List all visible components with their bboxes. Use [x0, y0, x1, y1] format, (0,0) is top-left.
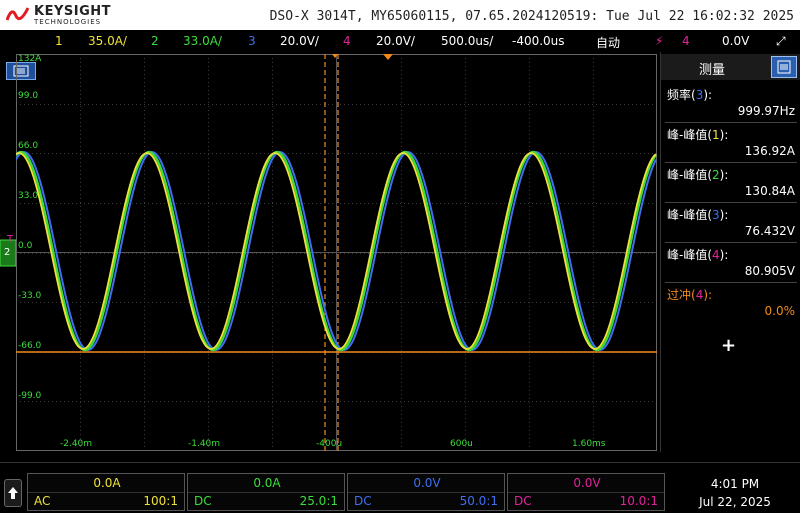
x-tick-label: -1.40m [188, 439, 221, 449]
keysight-logo: KEYSIGHT TECHNOLOGIES [6, 3, 126, 27]
ch4-number[interactable]: 4 [343, 34, 351, 48]
y-tick-label: 66.0 [18, 141, 39, 151]
y-tick-label: 33.0 [18, 191, 39, 201]
measurement-value: 80.905V [744, 264, 795, 278]
brand-subtitle: TECHNOLOGIES [34, 18, 102, 26]
measurement-value: 0.0% [764, 304, 796, 318]
measurement-label[interactable]: 频率(3): [667, 86, 712, 103]
ch1-probe: 100:1 [143, 494, 178, 508]
y-tick-label: -33.0 [18, 291, 42, 301]
ch2-offset: 0.0A [253, 476, 281, 490]
measurement-label[interactable]: 过冲(4): [667, 286, 712, 303]
ch3-settings-box[interactable]: 0.0V DC 50.0:1 [347, 473, 505, 511]
ch4-coupling: DC [514, 494, 532, 508]
ch3-probe: 50.0:1 [459, 494, 498, 508]
add-measurement-button[interactable]: + [721, 335, 736, 356]
title-bar: KEYSIGHT TECHNOLOGIES DSO-X 3014T, MY650… [0, 0, 800, 30]
ch3-number[interactable]: 3 [248, 34, 256, 48]
y-tick-label: -66.0 [18, 341, 42, 351]
trigger-position-icon [383, 54, 393, 60]
measurement-label[interactable]: 峰-峰值(4): [667, 246, 728, 263]
trigger-mode[interactable]: 自动 [596, 34, 620, 51]
bottom-bar: 0.0A AC 100:1 0.0A DC 25.0:1 0.0V DC 50.… [0, 462, 800, 513]
ch2-probe: 25.0:1 [299, 494, 338, 508]
cursor-marker-icon [332, 54, 338, 58]
y-tick-label: 99.0 [18, 91, 39, 101]
panel-header: 测量 [661, 54, 800, 80]
trigger-source[interactable]: 4 [682, 34, 690, 48]
measurement-name: 峰-峰值 [667, 248, 708, 262]
ch3-coupling: DC [354, 494, 372, 508]
panel-menu-icon[interactable] [771, 56, 797, 78]
ch2-coupling: DC [194, 494, 212, 508]
x-tick-label: 600u [450, 439, 473, 449]
measurement-separator [665, 202, 797, 203]
measurement-name: 峰-峰值 [667, 168, 708, 182]
ch2-settings-box[interactable]: 0.0A DC 25.0:1 [187, 473, 345, 511]
brand-name: KEYSIGHT [34, 4, 111, 19]
measurement-name: 峰-峰值 [667, 208, 708, 222]
measurement-value: 999.97Hz [737, 104, 795, 118]
ch4-probe: 10.0:1 [619, 494, 658, 508]
ch4-scale[interactable]: 20.0V/ [376, 34, 415, 48]
measurement-separator [665, 162, 797, 163]
ch2-scale[interactable]: 33.0A/ [183, 34, 222, 48]
ch4-offset: 0.0V [573, 476, 601, 490]
clock-time: 4:01 PM [710, 477, 760, 491]
clock-date: Jul 22, 2025 [699, 495, 771, 509]
measurement-label[interactable]: 峰-峰值(3): [667, 206, 728, 223]
ground-markers: T 2 [0, 54, 17, 454]
y-tick-label: -99.0 [18, 391, 42, 401]
measurement-channel: 4 [712, 248, 720, 262]
ch1-offset: 0.0A [93, 476, 121, 490]
x-tick-label: -2.40m [60, 439, 93, 449]
measurement-channel: 2 [712, 168, 720, 182]
up-arrow-icon [8, 487, 18, 499]
y-tick-label: 0.0 [18, 241, 33, 251]
ch2-number[interactable]: 2 [151, 34, 159, 48]
ch1-coupling: AC [34, 494, 51, 508]
measurement-name: 频率 [667, 88, 692, 102]
measurement-label[interactable]: 峰-峰值(2): [667, 166, 728, 183]
measurement-separator [665, 242, 797, 243]
ch1-number[interactable]: 1 [55, 34, 63, 48]
x-tick-label: 1.60ms [572, 439, 606, 449]
x-tick-label: -400u [316, 439, 343, 449]
measurement-channel: 3 [712, 208, 720, 222]
waveform-canvas[interactable] [16, 54, 657, 451]
measurement-value: 136.92A [744, 144, 795, 158]
trigger-level-marker[interactable]: T [7, 234, 13, 245]
measurement-value: 130.84A [744, 184, 795, 198]
measurement-panel: 测量 频率(3): 999.97Hz 峰-峰值(1): 136.92A 峰-峰值(2):… [660, 52, 800, 452]
channel-ground-marker[interactable]: 2 [4, 247, 10, 258]
trigger-edge-icon[interactable]: ⚡ [655, 34, 663, 48]
measurement-separator [665, 282, 797, 283]
instrument-title: DSO-X 3014T, MY65060115, 07.65.202412051… [269, 9, 794, 24]
expand-icon[interactable]: ⤢ [776, 34, 786, 49]
measurement-name: 峰-峰值 [667, 128, 708, 142]
horizontal-delay[interactable]: -400.0us [512, 34, 565, 48]
keysight-wave-icon [6, 7, 30, 21]
ch1-scale[interactable]: 35.0A/ [88, 34, 127, 48]
timebase-scale[interactable]: 500.0us/ [441, 34, 493, 48]
y-tick-label: 132A [18, 54, 42, 64]
measurement-channel: 1 [712, 128, 720, 142]
home-button[interactable] [4, 479, 22, 507]
measurement-name: 过冲 [667, 288, 692, 302]
ch3-scale[interactable]: 20.0V/ [280, 34, 319, 48]
trigger-level[interactable]: 0.0V [722, 34, 749, 48]
waveform-display[interactable]: 132A 99.0 66.0 33.0 0.0 -33.0 -66.0 -99.… [16, 54, 657, 451]
measurement-separator [665, 122, 797, 123]
ch1-settings-box[interactable]: 0.0A AC 100:1 [27, 473, 185, 511]
channel-status-bar: 1 35.0A/ 2 33.0A/ 3 20.0V/ 4 20.0V/ 500.… [0, 30, 800, 80]
panel-title[interactable]: 测量 [699, 59, 725, 78]
ch4-settings-box[interactable]: 0.0V DC 10.0:1 [507, 473, 665, 511]
measurement-value: 76.432V [744, 224, 795, 238]
ch3-offset: 0.0V [413, 476, 441, 490]
measurement-label[interactable]: 峰-峰值(1): [667, 126, 728, 143]
